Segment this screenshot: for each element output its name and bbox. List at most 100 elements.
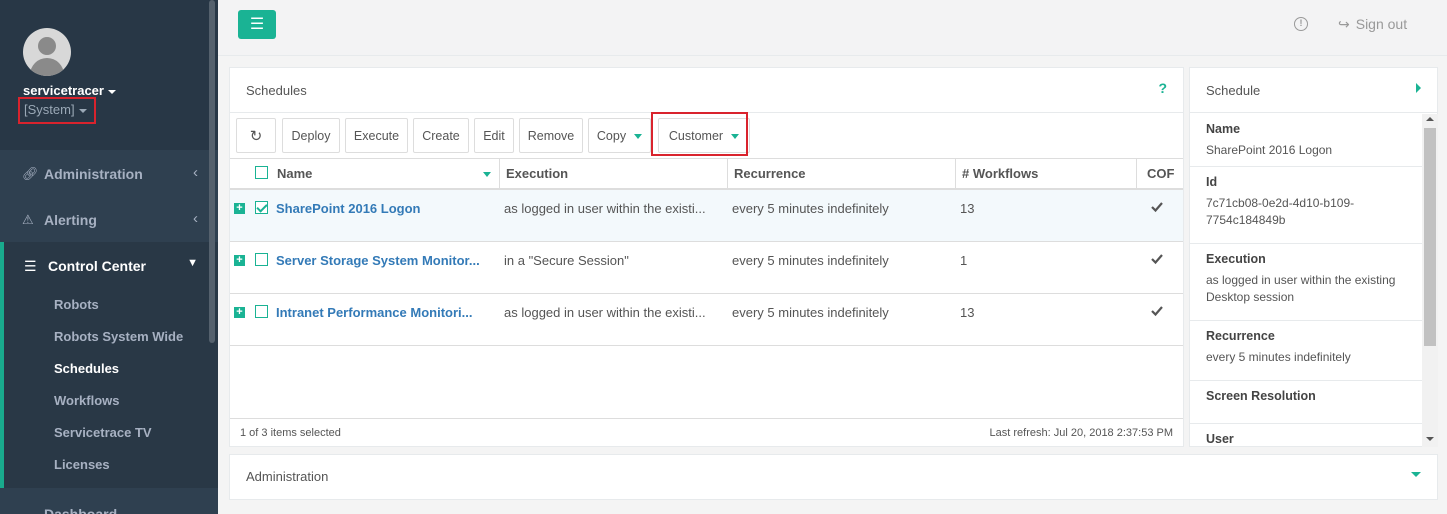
- field-label: Execution: [1206, 252, 1266, 266]
- field-label: Recurrence: [1206, 329, 1275, 343]
- detail-field-user: User: [1190, 424, 1422, 447]
- execute-button[interactable]: Execute: [345, 118, 408, 153]
- panel-title: Administration: [246, 469, 329, 484]
- collapse-right-icon[interactable]: [1416, 83, 1421, 93]
- detail-field-execution: Execution as logged in user within the e…: [1190, 244, 1422, 321]
- cell-recurrence: every 5 minutes indefinitely: [732, 305, 889, 320]
- expand-icon[interactable]: +: [234, 307, 245, 318]
- row-checkbox[interactable]: [255, 201, 268, 214]
- link-icon: 🔗︎: [22, 166, 39, 181]
- field-value: as logged in user within the existing De…: [1206, 273, 1396, 304]
- chevron-left-icon: ‹: [193, 164, 198, 181]
- selection-count: 1 of 3 items selected: [240, 427, 341, 439]
- schedules-panel: Schedules ? ↻ Deploy Execute Create Edit…: [229, 67, 1184, 447]
- scroll-down-icon[interactable]: [1426, 437, 1434, 441]
- panel-title: Schedule: [1206, 83, 1261, 98]
- copy-label: Copy: [596, 129, 627, 143]
- copy-dropdown[interactable]: Copy: [588, 118, 651, 153]
- grid-header: Name Execution Recurrence # Workflows CO…: [230, 158, 1183, 190]
- row-checkbox[interactable]: [255, 253, 268, 266]
- cell-name[interactable]: Intranet Performance Monitori...: [276, 305, 491, 320]
- field-value: 7c71cb08-0e2d-4d10-b109-7754c184849b: [1206, 196, 1355, 227]
- sidebar-item-workflows[interactable]: Workflows: [54, 393, 120, 408]
- nav-label: Dashboard: [44, 506, 118, 514]
- last-refresh: Last refresh: Jul 20, 2018 2:37:53 PM: [989, 427, 1173, 439]
- table-row[interactable]: + Server Storage System Monitor... in a …: [230, 242, 1183, 294]
- remove-button[interactable]: Remove: [519, 118, 583, 153]
- select-all-checkbox[interactable]: [255, 166, 268, 179]
- cell-execution: as logged in user within the existi...: [504, 201, 706, 216]
- nav-alerting[interactable]: ⚠︎ Alerting ‹: [0, 196, 218, 242]
- deploy-button[interactable]: Deploy: [282, 118, 340, 153]
- schedules-panel-header: Schedules ?: [230, 68, 1183, 113]
- table-row[interactable]: + Intranet Performance Monitori... as lo…: [230, 294, 1183, 346]
- table-row[interactable]: + SharePoint 2016 Logon as logged in use…: [230, 190, 1183, 242]
- detail-panel-header: Schedule: [1190, 68, 1437, 113]
- sidebar-item-licenses[interactable]: Licenses: [54, 457, 110, 472]
- cell-recurrence: every 5 minutes indefinitely: [732, 253, 889, 268]
- detail-scrollbar[interactable]: [1422, 114, 1438, 447]
- sidebar-item-servicetrace-tv[interactable]: Servicetrace TV: [54, 425, 152, 440]
- field-value: every 5 minutes indefinitely: [1206, 350, 1351, 364]
- edit-button[interactable]: Edit: [474, 118, 514, 153]
- nav-dashboard[interactable]: Dashboard: [0, 494, 218, 514]
- expand-icon[interactable]: +: [234, 255, 245, 266]
- administration-panel[interactable]: Administration: [229, 454, 1438, 500]
- scroll-thumb[interactable]: [1424, 128, 1436, 346]
- sign-out-link[interactable]: ↪ Sign out: [1338, 16, 1407, 33]
- expand-icon[interactable]: +: [234, 203, 245, 214]
- sign-out-label: Sign out: [1355, 16, 1408, 32]
- caret-down-icon: [78, 108, 87, 113]
- column-label: Name: [277, 166, 313, 181]
- cell-workflows: 13: [960, 305, 975, 320]
- profile-header: servicetracer [System]: [0, 0, 218, 150]
- help-icon[interactable]: ?: [1158, 80, 1167, 96]
- chevron-left-icon: ‹: [193, 210, 198, 227]
- chevron-down-icon: ▼: [187, 257, 198, 269]
- chevron-down-icon[interactable]: [1411, 472, 1421, 477]
- sitemap-icon: ☰: [24, 258, 37, 274]
- sidebar-item-robots-system-wide[interactable]: Robots System Wide: [54, 329, 183, 344]
- column-header-workflows[interactable]: # Workflows: [955, 159, 1136, 189]
- sidebar: servicetracer [System] 🔗︎ Administration…: [0, 0, 218, 514]
- field-value: SharePoint 2016 Logon: [1206, 143, 1333, 157]
- check-icon: [1151, 254, 1163, 265]
- warning-icon: ⚠︎: [22, 212, 34, 227]
- cell-name[interactable]: Server Storage System Monitor...: [276, 253, 491, 268]
- username-label: servicetracer: [23, 83, 104, 98]
- sidebar-scrollbar[interactable]: [209, 0, 215, 343]
- panel-title: Schedules: [246, 83, 307, 98]
- info-icon[interactable]: !: [1294, 17, 1308, 31]
- menu-toggle-button[interactable]: ☰: [238, 10, 276, 39]
- nav-label: Administration: [44, 166, 143, 182]
- column-header-execution[interactable]: Execution: [499, 159, 727, 189]
- cell-workflows: 1: [960, 253, 968, 268]
- column-header-cof[interactable]: COF: [1136, 159, 1183, 189]
- sidebar-item-robots[interactable]: Robots: [54, 297, 99, 312]
- cell-name[interactable]: SharePoint 2016 Logon: [276, 201, 491, 216]
- cell-execution: in a "Secure Session": [504, 253, 629, 268]
- avatar[interactable]: [23, 28, 71, 76]
- create-button[interactable]: Create: [413, 118, 469, 153]
- refresh-button[interactable]: ↻: [236, 118, 276, 153]
- field-label: User: [1206, 432, 1234, 446]
- nav-administration[interactable]: 🔗︎ Administration ‹: [0, 150, 218, 196]
- sidebar-item-schedules[interactable]: Schedules: [54, 361, 119, 376]
- username-dropdown[interactable]: servicetracer: [23, 83, 116, 98]
- scroll-up-icon[interactable]: [1426, 117, 1434, 121]
- detail-field-recurrence: Recurrence every 5 minutes indefinitely: [1190, 321, 1422, 381]
- row-checkbox[interactable]: [255, 305, 268, 318]
- cell-workflows: 13: [960, 201, 975, 216]
- column-header-recurrence[interactable]: Recurrence: [727, 159, 955, 189]
- role-dropdown[interactable]: [System]: [18, 97, 96, 124]
- role-label: [System]: [24, 102, 75, 117]
- hamburger-icon: ☰: [249, 16, 265, 33]
- column-header-name[interactable]: Name: [271, 159, 499, 189]
- customer-highlight-box: [651, 112, 748, 156]
- nav-control-center[interactable]: ☰ Control Center ▼: [4, 242, 218, 288]
- grid-footer: 1 of 3 items selected Last refresh: Jul …: [230, 418, 1183, 446]
- detail-field-name: Name SharePoint 2016 Logon: [1190, 114, 1422, 167]
- top-navbar: ☰ ! ↪ Sign out: [218, 0, 1447, 56]
- sign-out-icon: ↪: [1338, 16, 1350, 32]
- schedule-detail-panel: Schedule Name SharePoint 2016 Logon Id 7…: [1189, 67, 1438, 447]
